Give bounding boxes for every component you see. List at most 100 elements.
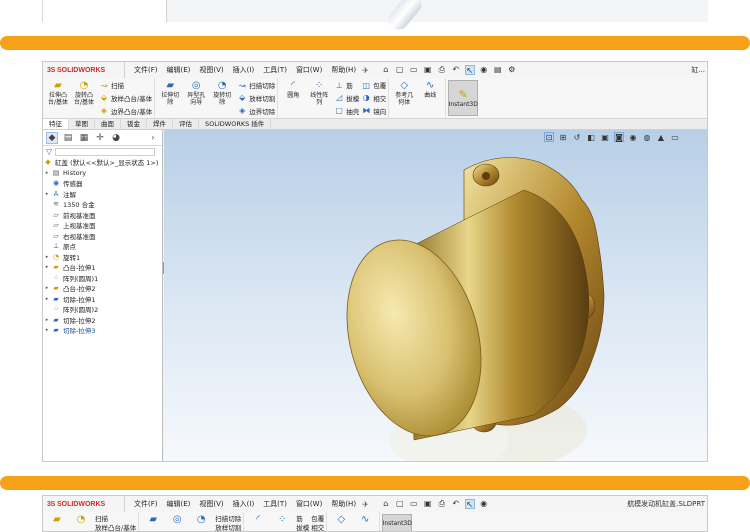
menu-window[interactable]: 窗口(W) <box>296 65 322 75</box>
tree-item[interactable]: ⁘ 阵列(圆周)1 <box>43 273 162 284</box>
undo-icon-repeat[interactable]: ↶ <box>451 499 461 509</box>
tree-item[interactable]: ▸ ▰ 切除-拉伸1 <box>43 294 162 305</box>
home-icon-repeat[interactable]: ⌂ <box>381 499 391 509</box>
tree-item[interactable]: ≋ 1350 合金 <box>43 199 162 210</box>
tree-item[interactable]: ▸ ◔ 旋转1 <box>43 252 162 263</box>
extrude-boss-button[interactable]: ▰ 拉伸凸 台/基体 <box>45 79 71 117</box>
hole-wizard-button[interactable]: ◎ 异型孔 向导 <box>183 79 209 117</box>
tree-item[interactable]: ▸ ▰ 切除-拉伸3 <box>43 325 162 336</box>
solidworks-logo[interactable]: 3S SOLIDWORKS <box>43 62 125 78</box>
cursor-icon-repeat[interactable]: ↖ <box>464 499 475 509</box>
display-manager-tab-icon[interactable]: ◕ <box>110 132 122 144</box>
menu-file[interactable]: 文件(F) <box>134 65 158 75</box>
draft-button[interactable]: ◿ 拔模 <box>334 92 359 104</box>
menu-window-repeat[interactable]: 窗口(W) <box>296 499 322 509</box>
filter-input[interactable] <box>55 147 156 156</box>
menu-tools[interactable]: 工具(T) <box>263 65 287 75</box>
rib-button[interactable]: ⊥ 筋 <box>334 79 359 91</box>
tab-features[interactable]: 特征 <box>43 119 69 129</box>
curves-button[interactable]: ∿ 曲线 <box>417 79 443 117</box>
loft-button-repeat[interactable]: 放样凸台/基体 <box>95 522 136 532</box>
save-icon[interactable]: ▣ <box>423 65 433 75</box>
save-icon-repeat[interactable]: ▣ <box>423 499 433 509</box>
solidworks-logo-repeat[interactable]: 3S SOLIDWORKS <box>43 496 125 512</box>
menu-insert[interactable]: 插入(I) <box>233 65 255 75</box>
revolve-boss-button-repeat[interactable]: ◔ <box>69 513 93 531</box>
reference-geometry-button[interactable]: ◇ 参考几 何体 <box>391 79 417 117</box>
tree-item[interactable]: ⁘ 阵列(圆周)2 <box>43 304 162 315</box>
gear-icon[interactable]: ⚙ <box>507 65 517 75</box>
mirror-button[interactable]: ⧓ 镜向 <box>361 105 386 117</box>
menu-help[interactable]: 帮助(H) <box>331 65 356 75</box>
tab-sheet-metal[interactable]: 钣金 <box>121 119 147 129</box>
property-manager-tab-icon[interactable]: ▤ <box>62 132 74 144</box>
boundary-cut-button[interactable]: ◈ 边界切除 <box>237 105 275 117</box>
reference-geometry-button-repeat[interactable]: ◇ <box>329 513 353 531</box>
tree-root[interactable]: ◆ 缸盖 (默认<<默认>_显示状态 1>) <box>43 157 162 168</box>
hole-wizard-button-repeat[interactable]: ◎ <box>165 513 189 531</box>
menu-edit[interactable]: 编辑(E) <box>167 65 191 75</box>
tree-item[interactable]: ▸ A 注解 <box>43 189 162 200</box>
tree-item[interactable]: ▱ 上视基准面 <box>43 220 162 231</box>
revolve-cut-button-repeat[interactable]: ◔ <box>189 513 213 531</box>
tab-sketch[interactable]: 草图 <box>69 119 95 129</box>
pin-icon-repeat[interactable]: ✈ <box>362 500 369 509</box>
loft-cut-button-repeat[interactable]: 放样切割 <box>215 522 241 532</box>
boundary-boss-button[interactable]: ◈ 边界凸台/基体 <box>99 105 152 117</box>
expand-arrow-icon[interactable]: ▸ <box>43 254 51 260</box>
feature-manager-tab-icon[interactable]: ◆ <box>46 131 58 144</box>
draft-button-repeat[interactable]: 拔模 <box>296 522 309 532</box>
fillet-button-repeat[interactable]: ◜ <box>246 513 270 531</box>
chevron-right-icon[interactable]: › <box>147 132 159 144</box>
extrude-boss-button-repeat[interactable]: ▰ <box>45 513 69 531</box>
expand-arrow-icon[interactable]: ▸ <box>43 285 51 291</box>
intersect-button[interactable]: ◑ 相交 <box>361 92 387 104</box>
print-icon-repeat[interactable]: ⎙ <box>437 499 447 509</box>
cursor-icon[interactable]: ↖ <box>464 65 475 75</box>
revolve-boss-button[interactable]: ◔ 旋转凸 台/基体 <box>71 79 97 117</box>
sweep-cut-button[interactable]: ↝ 扫描切除 <box>237 79 275 91</box>
menu-view[interactable]: 视图(V) <box>199 65 223 75</box>
open-icon-repeat[interactable]: ▭ <box>409 499 419 509</box>
instant3d-button-repeat[interactable]: Instant3D <box>382 514 413 531</box>
configuration-manager-tab-icon[interactable]: ▦ <box>78 132 90 144</box>
tree-item[interactable]: ▸ ▰ 凸台-拉伸1 <box>43 262 162 273</box>
home-icon[interactable]: ⌂ <box>381 65 391 75</box>
new-icon-repeat[interactable]: ▢ <box>395 499 405 509</box>
rebuild-icon[interactable]: ◉ <box>479 65 489 75</box>
expand-arrow-icon[interactable]: ▸ <box>43 170 51 176</box>
wrap-button[interactable]: ◫ 包覆 <box>361 79 386 91</box>
tab-addins[interactable]: SOLIDWORKS 插件 <box>199 119 272 129</box>
extrude-cut-button-repeat[interactable]: ▰ <box>141 513 165 531</box>
pin-icon[interactable]: ✈ <box>362 66 369 75</box>
expand-arrow-icon[interactable]: ▸ <box>43 296 51 302</box>
sweep-button[interactable]: ↝ 扫描 <box>99 79 152 91</box>
expand-arrow-icon[interactable]: ▸ <box>43 327 51 333</box>
tree-item[interactable]: ◉ 传感器 <box>43 178 162 189</box>
open-icon[interactable]: ▭ <box>409 65 419 75</box>
expand-arrow-icon[interactable]: ▸ <box>43 191 51 197</box>
file-properties-icon[interactable]: ▤ <box>493 65 503 75</box>
tree-item[interactable]: ▱ 右视基准面 <box>43 231 162 242</box>
graphics-area[interactable]: ⊡ ⊞ ↺ ◧ ▣ ◙ ◉ ◍ ▲ ▭ <box>164 130 707 461</box>
intersect-button-repeat[interactable]: 相交 <box>311 522 324 532</box>
expand-arrow-icon[interactable]: ▸ <box>43 317 51 323</box>
tree-item[interactable]: ▸ ▰ 凸台-拉伸2 <box>43 283 162 294</box>
new-icon[interactable]: ▢ <box>395 65 405 75</box>
menu-edit-repeat[interactable]: 编辑(E) <box>167 499 191 509</box>
instant3d-button[interactable]: ✎ Instant3D <box>448 80 479 116</box>
menu-file-repeat[interactable]: 文件(F) <box>134 499 158 509</box>
revolve-cut-button[interactable]: ◔ 旋转切 除 <box>209 79 235 117</box>
print-icon[interactable]: ⎙ <box>437 65 447 75</box>
tree-item[interactable]: ▱ 前视基准面 <box>43 210 162 221</box>
tab-weldments[interactable]: 焊件 <box>147 119 173 129</box>
fillet-button[interactable]: ◜ 圆角 <box>280 79 306 117</box>
tree-item[interactable]: ▸ ▤ History <box>43 168 162 179</box>
menu-tools-repeat[interactable]: 工具(T) <box>263 499 287 509</box>
linear-pattern-button[interactable]: ⁘ 线性阵 列 <box>306 79 332 117</box>
rebuild-icon-repeat[interactable]: ◉ <box>479 499 489 509</box>
tree-item[interactable]: ⊥ 原点 <box>43 241 162 252</box>
menu-view-repeat[interactable]: 视图(V) <box>199 499 223 509</box>
undo-icon[interactable]: ↶ <box>451 65 461 75</box>
loft-cut-button[interactable]: ⬙ 放样切割 <box>237 92 275 104</box>
